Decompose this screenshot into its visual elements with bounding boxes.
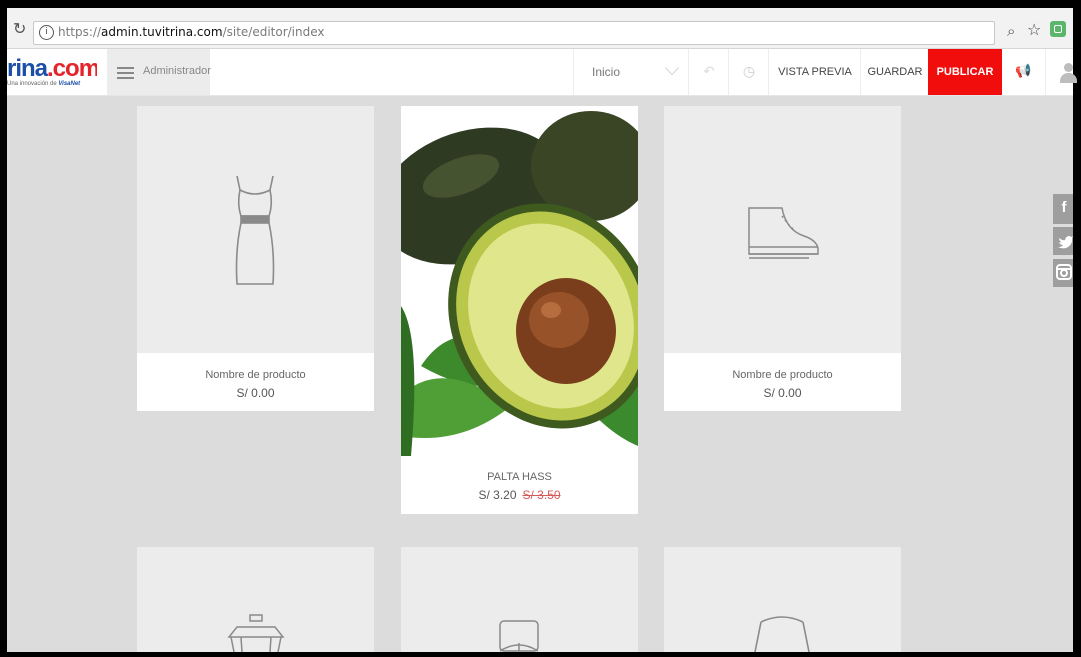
product-name: Nombre de producto	[732, 369, 833, 381]
reload-icon[interactable]: ↻	[13, 19, 26, 38]
sneaker-icon	[748, 207, 819, 259]
url-scheme: https://	[58, 25, 102, 39]
logo[interactable]: rina.com Una innovación de VisaNet	[7, 55, 97, 91]
product-price-old: S/ 3.50	[522, 488, 561, 502]
product-price-current: S/ 3.20	[478, 488, 517, 502]
watch-icon	[499, 620, 539, 652]
logo-text-dot: .com	[47, 55, 97, 82]
admin-menu-button[interactable]: Administrador	[107, 49, 211, 95]
page-select[interactable]: Inicio	[573, 49, 689, 95]
logo-subtitle: Una innovación de	[7, 81, 57, 87]
product-price: S/ 0.00	[763, 386, 802, 400]
hamburger-icon	[117, 67, 134, 79]
product-card[interactable]: Nombre de producto S/ 0.00	[664, 106, 901, 411]
product-image-placeholder	[401, 547, 638, 652]
twitter-button[interactable]	[1053, 227, 1073, 255]
admin-label: Administrador	[143, 65, 211, 77]
logo-text: rina	[7, 55, 48, 82]
frame-left	[0, 0, 7, 657]
instagram-button[interactable]	[1053, 259, 1073, 287]
product-card[interactable]	[401, 547, 638, 652]
product-name: PALTA HASS	[487, 471, 552, 483]
product-name: Nombre de producto	[205, 369, 306, 381]
product-image-placeholder	[664, 106, 901, 353]
product-price: S/ 3.20 S/ 3.50	[401, 488, 638, 502]
url-text: https://admin.tuvitrina.com/site/editor/…	[58, 25, 325, 39]
facebook-button[interactable]: f	[1053, 194, 1073, 224]
coffee-maker-icon	[227, 614, 285, 652]
publish-button[interactable]: PUBLICAR	[928, 49, 1002, 95]
save-button[interactable]: GUARDAR	[860, 49, 929, 95]
extension-icon[interactable]	[1050, 21, 1066, 37]
chevron-down-icon	[664, 60, 680, 76]
product-card[interactable]: PALTA HASS S/ 3.20 S/ 3.50	[401, 106, 638, 514]
facebook-icon: f	[1061, 199, 1067, 216]
browser-address-bar: ↻ i https://admin.tuvitrina.com/site/edi…	[7, 8, 1073, 49]
twitter-icon	[1058, 236, 1073, 249]
product-card[interactable]	[664, 547, 901, 652]
editor-canvas: Nombre de producto S/ 0.00 PALTA HASS S/…	[7, 96, 1073, 652]
preview-button[interactable]: VISTA PREVIA	[768, 49, 861, 95]
history-icon[interactable]: ◷	[728, 49, 769, 95]
page-select-label: Inicio	[592, 65, 621, 79]
url-host: admin.tuvitrina.com	[101, 25, 223, 39]
avocado-image	[401, 106, 638, 456]
star-icon[interactable]: ☆	[1027, 20, 1041, 39]
bag-icon	[754, 616, 810, 652]
frame-right	[1073, 0, 1081, 657]
frame-bottom	[0, 652, 1081, 657]
info-icon[interactable]: i	[39, 25, 54, 40]
product-card[interactable]	[137, 547, 374, 652]
product-price: S/ 0.00	[236, 386, 275, 400]
product-card[interactable]: Nombre de producto S/ 0.00	[137, 106, 374, 411]
avocado-image-art	[401, 111, 638, 456]
product-image-placeholder	[137, 106, 374, 353]
product-image-placeholder	[664, 547, 901, 652]
product-image-placeholder	[137, 547, 374, 652]
dress-icon	[235, 175, 275, 285]
url-path: /site/editor/index	[222, 25, 325, 39]
url-input[interactable]: i https://admin.tuvitrina.com/site/edito…	[33, 21, 995, 45]
user-icon[interactable]	[1060, 63, 1078, 83]
logo-subtitle-brand: VisaNet	[58, 81, 81, 87]
editor-header: rina.com Una innovación de VisaNet Admin…	[7, 49, 1077, 96]
megaphone-icon[interactable]: 📢	[1002, 49, 1046, 95]
undo-icon[interactable]: ↶	[688, 49, 729, 95]
instagram-icon	[1056, 264, 1072, 280]
frame-top	[0, 0, 1081, 8]
zoom-icon[interactable]: ⌕	[1007, 22, 1015, 40]
